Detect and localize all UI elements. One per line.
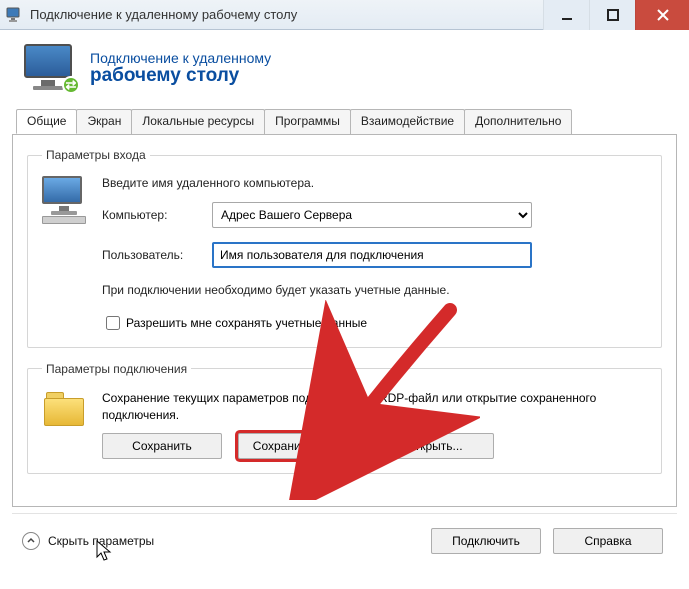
connection-parameters-group: Параметры подключения Сохранение текущих… xyxy=(27,362,662,475)
minimize-button[interactable] xyxy=(543,0,589,30)
app-icon xyxy=(6,7,22,23)
header-line1: Подключение к удаленному xyxy=(90,50,271,66)
dialog-footer: Скрыть параметры Подключить Справка xyxy=(12,513,677,568)
allow-save-credentials-label: Разрешить мне сохранять учетные данные xyxy=(126,316,367,330)
close-button[interactable] xyxy=(635,0,689,30)
rdp-file-icon xyxy=(42,390,86,430)
computer-label: Компьютер: xyxy=(102,208,212,222)
login-parameters-legend: Параметры входа xyxy=(42,148,150,162)
dialog-header-text: Подключение к удаленному рабочему столу xyxy=(90,50,271,87)
computer-icon xyxy=(42,176,86,222)
login-parameters-group: Параметры входа Введите имя удаленного к… xyxy=(27,148,662,348)
connection-parameters-text: Сохранение текущих параметров подключени… xyxy=(102,390,647,424)
allow-save-credentials-checkbox[interactable] xyxy=(106,316,120,330)
user-label: Пользователь: xyxy=(102,248,212,262)
header-line2: рабочему столу xyxy=(90,66,271,87)
tab-panel-general: Параметры входа Введите имя удаленного к… xyxy=(12,134,677,507)
save-as-button[interactable]: Сохранить как... xyxy=(238,433,358,459)
tab-interaction[interactable]: Взаимодействие xyxy=(350,109,465,134)
open-button[interactable]: Открыть... xyxy=(374,433,494,459)
help-button[interactable]: Справка xyxy=(553,528,663,554)
titlebar: Подключение к удаленному рабочему столу xyxy=(0,0,689,30)
tab-strip: Общие Экран Локальные ресурсы Программы … xyxy=(12,109,677,135)
rdp-monitor-icon: ⇄ xyxy=(18,44,78,92)
tab-advanced[interactable]: Дополнительно xyxy=(464,109,572,134)
window-title: Подключение к удаленному рабочему столу xyxy=(30,7,543,22)
tab-general[interactable]: Общие xyxy=(16,109,77,134)
window-body: ⇄ Подключение к удаленному рабочему стол… xyxy=(0,30,689,568)
hide-parameters-toggle[interactable] xyxy=(22,532,40,550)
maximize-button[interactable] xyxy=(589,0,635,30)
tab-screen[interactable]: Экран xyxy=(76,109,132,134)
credentials-hint: При подключении необходимо будет указать… xyxy=(102,282,647,299)
connection-parameters-legend: Параметры подключения xyxy=(42,362,191,376)
dialog-header: ⇄ Подключение к удаленному рабочему стол… xyxy=(12,40,677,108)
hide-parameters-label: Скрыть параметры xyxy=(48,534,419,548)
username-input[interactable] xyxy=(212,242,532,268)
connect-button[interactable]: Подключить xyxy=(431,528,541,554)
save-button[interactable]: Сохранить xyxy=(102,433,222,459)
tab-programs[interactable]: Программы xyxy=(264,109,351,134)
computer-select[interactable]: Адрес Вашего Сервера xyxy=(212,202,532,228)
login-intro: Введите имя удаленного компьютера. xyxy=(102,176,647,190)
tab-local-resources[interactable]: Локальные ресурсы xyxy=(131,109,265,134)
